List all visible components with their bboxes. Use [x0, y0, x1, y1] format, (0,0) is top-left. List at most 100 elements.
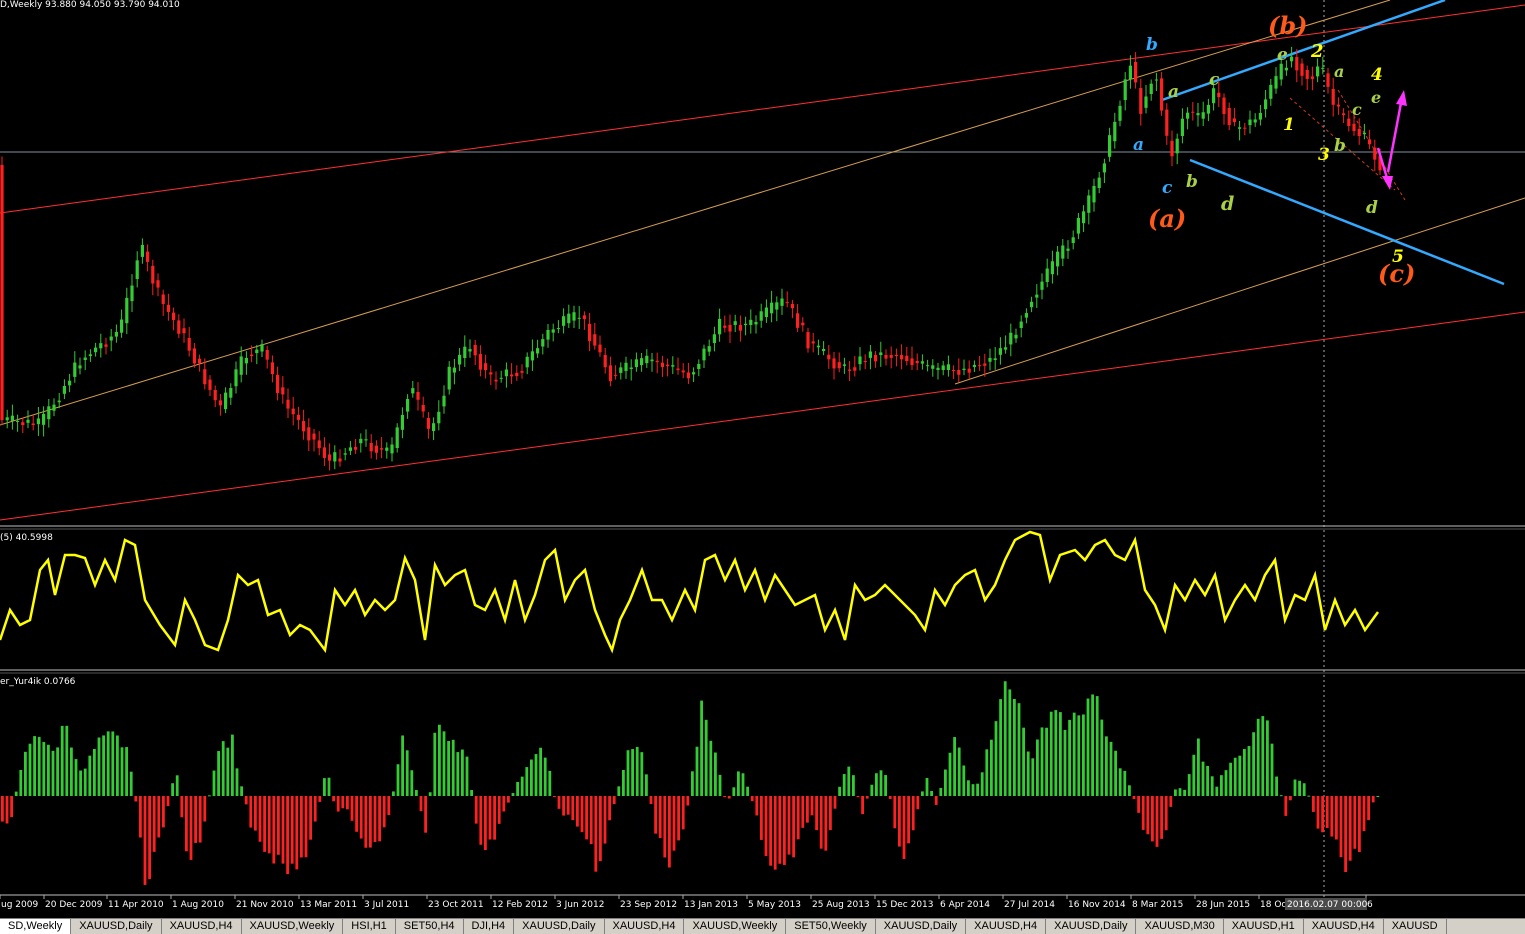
chart-tab[interactable]: DJI,H4: [464, 919, 515, 934]
chart-tab[interactable]: XAUUSD,Weekly: [684, 919, 787, 934]
chart-tab[interactable]: XAUUSD,Daily: [1046, 919, 1137, 934]
histogram-bar: [1049, 711, 1053, 796]
time-axis[interactable]: ug 2009 20 Dec 2009 11 Apr 2010 1 Aug 2010 2…: [0, 895, 1373, 910]
histogram-bar: [313, 796, 317, 822]
candle: [790, 299, 794, 319]
histogram-bar: [254, 796, 257, 831]
chart-tab[interactable]: XAUUSD: [1384, 919, 1447, 934]
chart-tab[interactable]: XAUUSD,H4: [1304, 919, 1384, 934]
chart-tab[interactable]: SD,Weekly: [0, 919, 72, 934]
histogram-bar: [1017, 703, 1021, 796]
histogram-bar: [875, 773, 878, 796]
chart-tab[interactable]: XAUUSD,H4: [162, 919, 242, 934]
histogram-bar: [410, 770, 414, 796]
histogram-bar: [88, 755, 92, 796]
candle: [832, 351, 836, 380]
histogram-bar: [1040, 727, 1044, 796]
histogram-bar: [369, 796, 372, 848]
candle: [218, 394, 222, 416]
candle: [1175, 133, 1179, 165]
histogram-bar: [562, 796, 565, 816]
histogram-bar: [129, 771, 133, 796]
histogram-bar: [1330, 796, 1334, 837]
axis-label: 16 Nov 2014: [1068, 900, 1126, 910]
blue-lower-line[interactable]: [1189, 158, 1505, 286]
chart-tab[interactable]: XAUUSD,H4: [605, 919, 685, 934]
histogram-bar: [281, 796, 285, 864]
candle: [328, 443, 332, 471]
candle: [1154, 72, 1158, 92]
chart-tab[interactable]: XAUUSD,H1: [1224, 919, 1304, 934]
axis-label: 15 Dec 2013: [876, 900, 934, 910]
orange-channel-bottom[interactable]: [954, 197, 1525, 385]
chart-tab[interactable]: XAUUSD,H4: [966, 919, 1047, 934]
histogram-bar: [484, 796, 487, 851]
candle: [1196, 102, 1200, 127]
histogram-bar: [727, 796, 731, 799]
candle: [1139, 78, 1143, 126]
chart-tabs[interactable]: SD,Weekly XAUUSD,Daily XAUUSD,H4 XAUUSD,Wee…: [0, 918, 1525, 934]
chart-window[interactable]: (b)bac(a)abcde12345(c)abcde D,Weekly 93.…: [0, 0, 1525, 933]
candle: [281, 376, 285, 404]
histogram-bar: [852, 775, 855, 796]
candle: [1186, 107, 1190, 130]
chart-tab[interactable]: SET50,H4: [396, 919, 464, 934]
histogram-bar: [387, 796, 391, 816]
candle: [853, 356, 857, 377]
candle: [94, 342, 98, 357]
histogram-bar: [171, 783, 174, 796]
oscillator-pane[interactable]: (5) 40.5998: [0, 530, 1380, 654]
histogram-bar: [327, 777, 331, 796]
histogram-bar: [1224, 770, 1228, 796]
candle: [884, 349, 888, 366]
histogram-bar: [134, 796, 138, 802]
candle: [1087, 189, 1091, 225]
chart-tab[interactable]: XAUUSD,M30: [1136, 919, 1224, 934]
histogram-bar: [442, 731, 446, 796]
candle: [359, 433, 363, 453]
wave-label: (a): [1148, 204, 1186, 233]
histogram-bar: [1325, 796, 1329, 828]
candle: [10, 404, 14, 430]
chart-tab[interactable]: SET50,Weekly: [786, 919, 876, 934]
chart-tab[interactable]: HSI,H1: [343, 919, 396, 934]
histogram-bar: [111, 731, 115, 796]
axis-label: 3 Jun 2012: [556, 900, 604, 910]
candle: [499, 370, 503, 383]
candle: [1128, 55, 1132, 89]
histogram-bar: [622, 769, 625, 796]
candle: [317, 431, 321, 456]
histogram-bar: [677, 796, 680, 841]
chart-tab[interactable]: XAUUSD,Daily: [71, 919, 162, 934]
histogram-bar: [231, 734, 234, 796]
histogram-bar: [341, 796, 345, 809]
histogram-bar: [249, 796, 253, 828]
wave-label: d: [1221, 193, 1234, 215]
candle: [156, 273, 160, 297]
candle: [910, 346, 914, 370]
candle: [645, 349, 649, 368]
chart-tab[interactable]: XAUUSD,Daily: [514, 919, 605, 934]
histogram-bar: [847, 766, 851, 796]
candle: [811, 332, 815, 353]
histogram-bar: [336, 796, 340, 812]
wave-label: (b): [1268, 11, 1308, 40]
candle: [905, 347, 909, 366]
chart-tab[interactable]: XAUUSD,Daily: [876, 919, 967, 934]
histogram-pane[interactable]: er_Yur4ik 0.0766: [0, 677, 1380, 885]
histogram-bar: [1128, 785, 1131, 796]
wave-label: c: [1162, 178, 1173, 198]
candle: [931, 359, 935, 377]
histogram-bar: [1068, 719, 1071, 796]
candle: [1035, 284, 1039, 309]
candle: [291, 396, 295, 426]
candle: [1336, 97, 1340, 115]
histogram-bar: [1201, 761, 1205, 796]
candle: [270, 355, 274, 383]
red-channel-bottom[interactable]: [0, 311, 1525, 521]
histogram-bar: [139, 796, 142, 838]
candle: [868, 345, 872, 370]
chart-tab[interactable]: XAUUSD,Weekly: [242, 919, 344, 934]
histogram-bar: [1105, 736, 1108, 796]
candle: [972, 360, 976, 372]
